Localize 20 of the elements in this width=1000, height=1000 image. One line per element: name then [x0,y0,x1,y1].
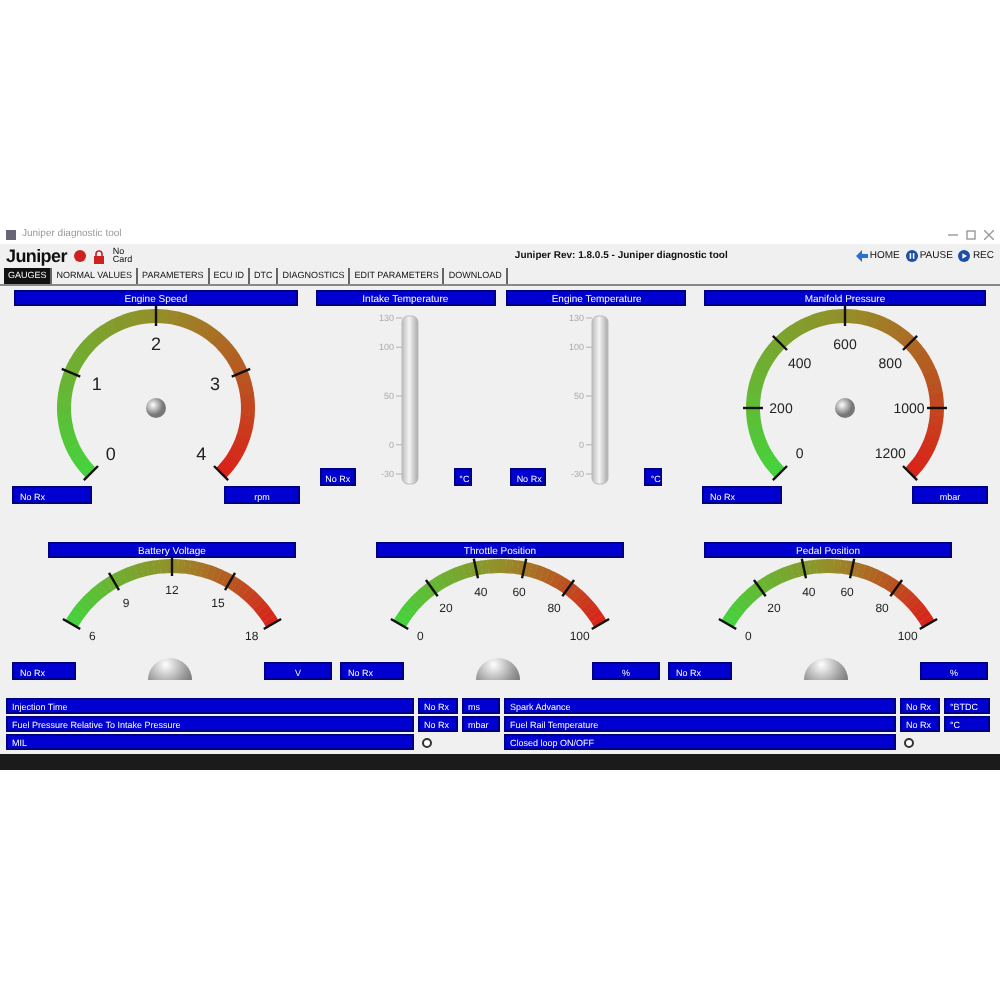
play-icon [958,250,971,262]
app-logo: Juniper [6,246,67,266]
gauge-knob [146,398,166,418]
scale-label: 2 [151,334,161,355]
gauge-knob [476,658,520,680]
close-icon[interactable] [984,229,994,239]
gauge-knob [804,658,848,680]
lock-icon [94,249,105,263]
app-icon [6,229,16,239]
scale-label: 4 [196,443,207,464]
minimize-icon[interactable] [948,229,958,239]
arrow-left-icon [855,250,868,262]
gauge-knob [148,658,192,680]
record-icon [74,250,87,262]
pause-icon [905,250,918,262]
gauge-knob [834,398,855,418]
scale-label: 1 [91,373,102,394]
maximize-icon[interactable] [966,229,976,239]
scale-label: 0 [105,443,116,464]
scale-label: 3 [210,373,221,394]
